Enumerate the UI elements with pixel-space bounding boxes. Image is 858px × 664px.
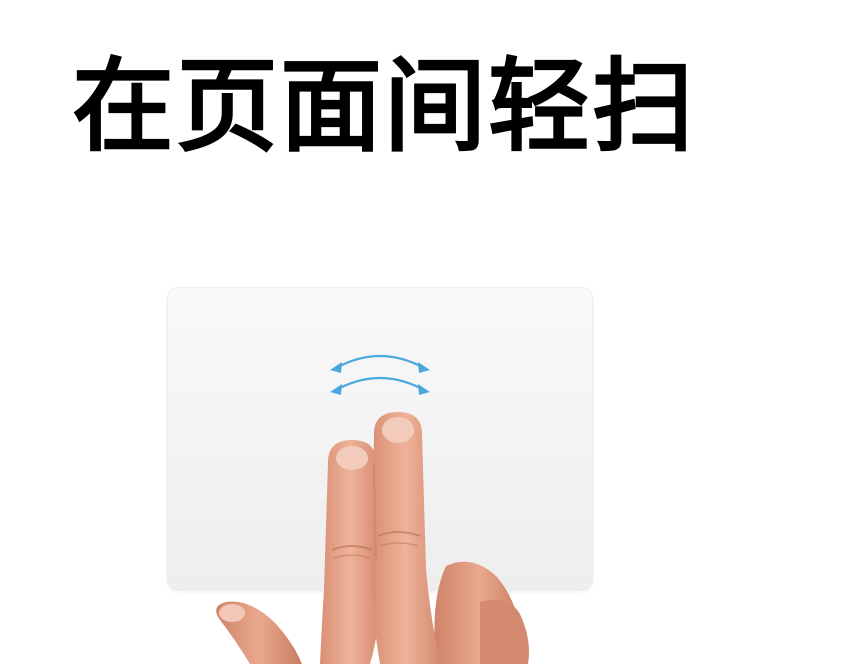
page-title: 在页面间轻扫	[72, 48, 696, 167]
two-finger-swipe-arrows-icon	[330, 354, 430, 395]
two-finger-hand-icon	[216, 412, 529, 664]
